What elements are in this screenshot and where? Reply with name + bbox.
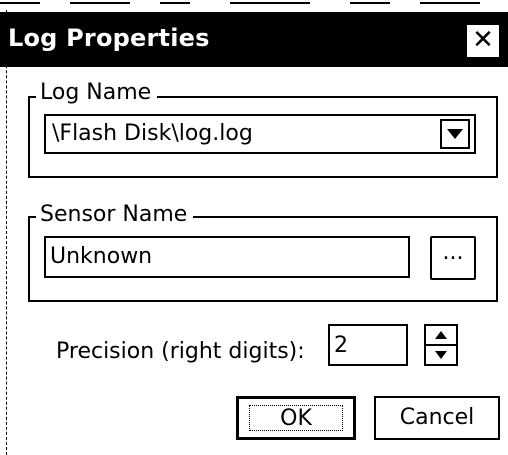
- log-name-value: \Flash Disk\log.log: [52, 121, 253, 146]
- log-name-dropdown-button[interactable]: [440, 119, 470, 149]
- background-window-strip: [0, 0, 508, 10]
- log-name-label: Log Name: [36, 80, 158, 106]
- precision-input[interactable]: 2: [328, 324, 408, 366]
- sensor-name-value: Unknown: [50, 244, 153, 269]
- ok-button-label: OK: [280, 406, 312, 431]
- triangle-up-icon: [435, 331, 447, 339]
- dialog-title-bar[interactable]: Log Properties ✕: [0, 12, 508, 67]
- precision-label: Precision (right digits):: [56, 339, 305, 364]
- triangle-down-icon: [447, 129, 463, 139]
- precision-spin-up-button[interactable]: [424, 324, 458, 346]
- sensor-name-label: Sensor Name: [36, 202, 194, 228]
- close-button[interactable]: ✕: [466, 24, 500, 58]
- precision-spin-down-button[interactable]: [424, 344, 458, 366]
- sensor-browse-button[interactable]: ...: [430, 236, 476, 280]
- precision-value: 2: [334, 333, 348, 358]
- log-name-combobox[interactable]: \Flash Disk\log.log: [44, 114, 476, 154]
- background-window-edge: [6, 10, 7, 455]
- cancel-button[interactable]: Cancel: [374, 396, 500, 440]
- triangle-down-icon: [435, 351, 447, 359]
- sensor-browse-label: ...: [442, 240, 464, 265]
- cancel-button-label: Cancel: [399, 405, 475, 430]
- ok-button[interactable]: OK: [236, 396, 356, 440]
- close-icon: ✕: [472, 25, 494, 55]
- dialog-title: Log Properties: [8, 24, 210, 52]
- sensor-name-input[interactable]: Unknown: [44, 236, 410, 278]
